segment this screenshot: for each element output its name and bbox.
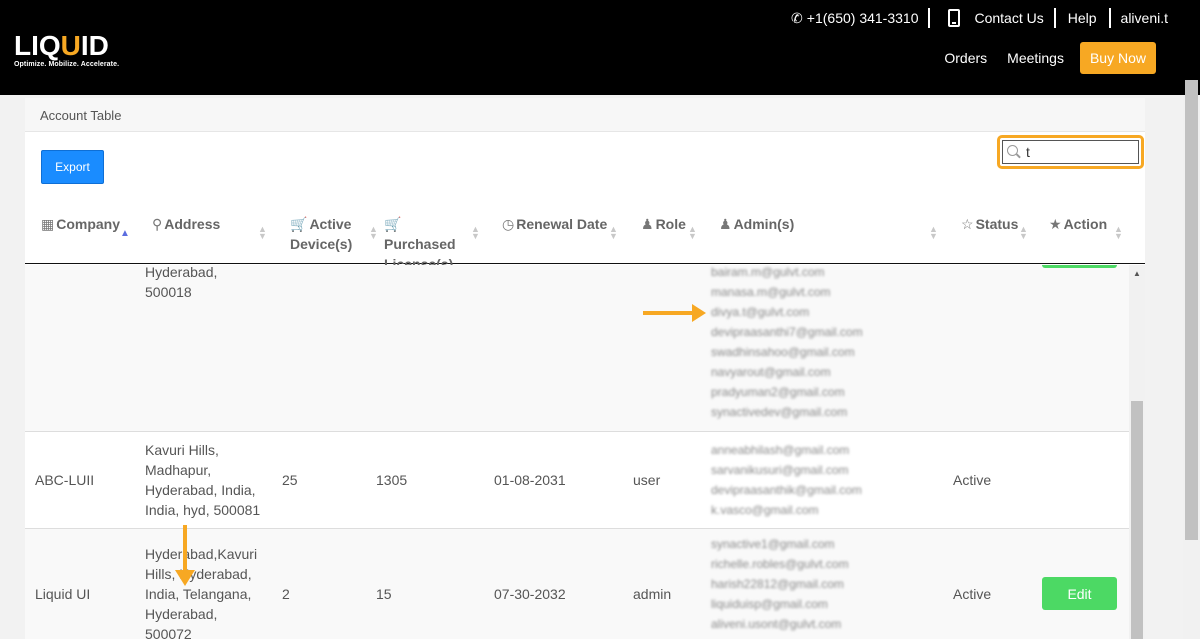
- map-marker-icon: ⚲: [152, 216, 163, 232]
- buy-now-button[interactable]: Buy Now: [1079, 42, 1156, 74]
- liquid-ui-logo[interactable]: LIQUID Optimize. Mobilize. Accelerate.: [14, 32, 120, 69]
- address-cell: Hyderabad,Kavuri Hills, Hyderabad, India…: [145, 546, 258, 639]
- status-cell: Active: [953, 472, 992, 488]
- panel-title: Account Table: [25, 98, 1145, 132]
- sort-icon[interactable]: ▲ ▼: [1019, 225, 1028, 241]
- sort-icon[interactable]: ▲ ▼: [471, 225, 480, 241]
- table-header: ▦ Company ▲ ⚲ Address ▲ ▼ 🛒 Active Device(s)…: [25, 208, 1145, 272]
- col-role[interactable]: ♟ Role: [641, 214, 686, 234]
- table-scrollbar-thumb[interactable]: [1131, 401, 1143, 639]
- company-cell: Liquid UI: [35, 586, 91, 602]
- page-scrollbar[interactable]: [1183, 80, 1200, 639]
- sort-asc-icon[interactable]: ▲: [120, 228, 130, 239]
- mobile-phone-icon: [948, 9, 961, 27]
- star-half-icon: ☆: [961, 216, 974, 232]
- arrow-down-icon: [175, 525, 195, 586]
- company-cell: ABC-LUII: [35, 472, 95, 488]
- col-action[interactable]: ★ Action: [1049, 214, 1107, 234]
- clock-icon: ◷: [502, 216, 515, 232]
- search-icon: [1007, 145, 1018, 156]
- purchased-licenses-cell: 15: [376, 586, 392, 602]
- active-devices-cell: 2: [282, 586, 290, 602]
- address-cell: Hyderabad, 500018: [145, 265, 218, 300]
- top-header: LIQUID Optimize. Mobilize. Accelerate. ✆…: [0, 0, 1200, 95]
- cart-icon: 🛒: [384, 216, 402, 232]
- admin-emails: anneabhilash@gmail.com sarvanikusuri@gma…: [711, 443, 862, 517]
- search-input[interactable]: t: [1002, 140, 1139, 164]
- sort-icon[interactable]: ▲ ▼: [258, 225, 267, 241]
- phone-icon: ✆: [791, 9, 803, 26]
- edit-button[interactable]: [1042, 265, 1117, 268]
- active-devices-cell: 25: [282, 472, 298, 488]
- col-renewal-date[interactable]: ◷ Renewal Date: [502, 214, 607, 234]
- renewal-date-cell: 01-08-2031: [494, 472, 566, 488]
- sort-icon[interactable]: ▲ ▼: [929, 225, 938, 241]
- main-nav: Orders Meetings Buy Now: [924, 42, 1156, 74]
- edit-button[interactable]: Edit: [1042, 577, 1117, 610]
- scroll-up-arrow-icon[interactable]: ▲: [1133, 269, 1141, 278]
- contact-us-link[interactable]: Contact Us: [930, 8, 1053, 28]
- admin-emails: synactive1@gmail.com richelle.robles@gul…: [711, 537, 849, 631]
- help-link[interactable]: Help: [1056, 8, 1109, 28]
- col-company[interactable]: ▦ Company: [41, 214, 120, 234]
- role-cell: user: [633, 472, 661, 488]
- table-scrollbar[interactable]: ▲: [1129, 265, 1145, 639]
- sort-icon[interactable]: ▲ ▼: [369, 225, 378, 241]
- export-button[interactable]: Export: [41, 150, 104, 184]
- arrow-right-icon: [643, 304, 706, 322]
- col-active-devices[interactable]: 🛒 Active Device(s): [290, 214, 360, 254]
- page-scrollbar-thumb[interactable]: [1185, 80, 1198, 540]
- renewal-date-cell: 07-30-2032: [494, 586, 566, 602]
- role-cell: admin: [633, 586, 672, 602]
- address-cell: Kavuri Hills, Madhapur, Hyderabad, India…: [145, 442, 261, 518]
- col-admins[interactable]: ♟ Admin(s): [719, 214, 794, 234]
- sort-icon[interactable]: ▲ ▼: [688, 225, 697, 241]
- table-row: Hyderabad, 500018 bairam.m@gulvt.com man…: [25, 265, 1129, 432]
- purchased-licenses-cell: 1305: [376, 472, 408, 488]
- star-icon: ★: [1049, 216, 1062, 232]
- sort-icon[interactable]: ▲ ▼: [1114, 225, 1123, 241]
- status-cell: Active: [953, 586, 992, 602]
- building-icon: ▦: [41, 216, 55, 232]
- col-status[interactable]: ☆ Status: [961, 214, 1018, 234]
- admin-emails: bairam.m@gulvt.com manasa.m@gulvt.com di…: [711, 265, 863, 419]
- table-row: ABC-LUII Kavuri Hills, Madhapur, Hyderab…: [25, 432, 1129, 529]
- search-highlight: t: [997, 135, 1144, 169]
- nav-meetings[interactable]: Meetings: [1007, 50, 1064, 66]
- logo-tagline: Optimize. Mobilize. Accelerate.: [14, 61, 120, 68]
- cart-icon: 🛒: [290, 216, 308, 232]
- top-utility-links: ✆ +1(650) 341-3310 Contact Us Help alive…: [781, 8, 1168, 28]
- sort-icon[interactable]: ▲ ▼: [609, 225, 618, 241]
- phone-link[interactable]: ✆ +1(650) 341-3310: [781, 8, 928, 28]
- user-icon: ♟: [719, 216, 732, 232]
- search-value: t: [1026, 144, 1030, 160]
- nav-orders[interactable]: Orders: [944, 50, 987, 66]
- col-address[interactable]: ⚲ Address: [152, 214, 220, 234]
- user-name-link[interactable]: aliveni.t: [1111, 8, 1168, 28]
- user-icon: ♟: [641, 216, 654, 232]
